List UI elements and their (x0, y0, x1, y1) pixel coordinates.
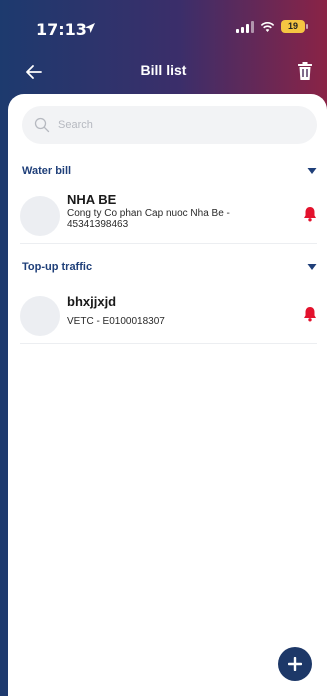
chevron-down-icon[interactable] (307, 167, 317, 175)
search-input[interactable] (58, 119, 288, 131)
add-bill-button[interactable] (278, 647, 312, 681)
section-title: Top-up traffic (22, 261, 93, 273)
status-indicators: 19 (236, 20, 308, 33)
search-icon (34, 117, 50, 133)
battery-icon: 19 (281, 20, 308, 33)
chevron-down-icon[interactable] (307, 263, 317, 271)
bill-description: Cong ty Co phan Cap nuoc Nha Be - 453413… (67, 208, 230, 230)
status-time: 17:13 (36, 20, 87, 39)
bill-description: VETC - E0100018307 (67, 316, 165, 327)
signal-icon (236, 20, 254, 33)
page-title: Bill list (140, 62, 187, 78)
bill-item[interactable]: NHA BE Cong ty Co phan Cap nuoc Nha Be -… (20, 190, 317, 244)
bell-icon[interactable] (303, 206, 317, 222)
location-arrow-icon (85, 23, 95, 33)
section-title: Water bill (22, 165, 72, 177)
avatar (20, 296, 60, 336)
search-bar[interactable] (22, 106, 317, 144)
bill-name: NHA BE (67, 192, 117, 207)
bill-item[interactable]: bhxjjxjd VETC - E0100018307 (20, 290, 317, 344)
bill-name: bhxjjxjd (67, 294, 117, 309)
section-water-bill[interactable]: Water bill (22, 162, 317, 180)
plus-icon (288, 657, 302, 671)
status-bar: 17:13 19 (0, 0, 327, 52)
section-top-up-traffic[interactable]: Top-up traffic (22, 258, 317, 276)
wifi-icon (260, 21, 275, 32)
avatar (20, 196, 60, 236)
bill-list-sheet: Water bill NHA BE Cong ty Co phan Cap nu… (8, 94, 327, 696)
trash-icon[interactable] (295, 60, 315, 82)
bell-icon[interactable] (303, 306, 317, 322)
app-header: Bill list (0, 52, 327, 92)
